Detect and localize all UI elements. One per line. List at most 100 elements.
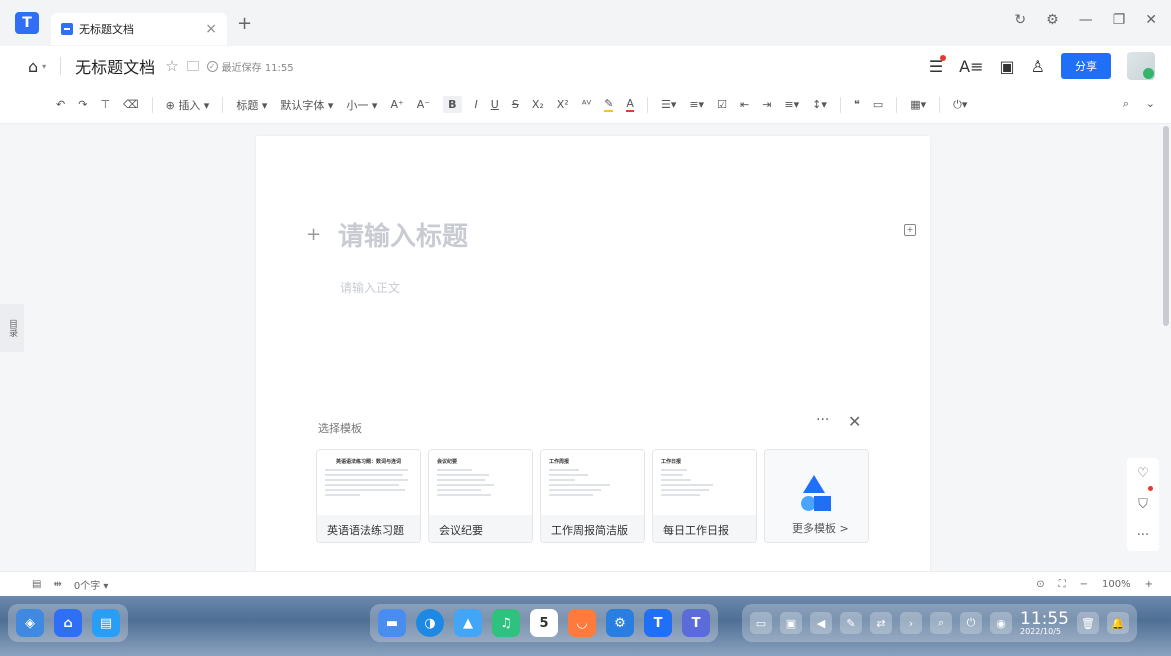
pen-icon[interactable]: ✎ (840, 612, 862, 634)
strikethrough-button[interactable]: S (512, 98, 519, 111)
zoom-in-button[interactable]: + (1145, 579, 1153, 590)
fit-screen-icon[interactable]: ⛶ (1059, 579, 1066, 590)
bold-button[interactable]: B (443, 96, 462, 113)
avatar[interactable] (1127, 52, 1155, 80)
app-logo-icon[interactable]: T (15, 12, 39, 34)
music-icon[interactable]: ♫ (492, 609, 520, 637)
checklist-icon[interactable]: ☑ (717, 98, 727, 111)
star-icon[interactable]: ☆ (165, 57, 178, 75)
new-tab-button[interactable]: + (237, 13, 252, 34)
outdent-icon[interactable]: ⇤ (740, 98, 749, 111)
shirt-icon[interactable]: ⛉ (1138, 497, 1148, 512)
close-icon[interactable]: ✕ (848, 412, 861, 431)
photos-icon[interactable]: ▲ (454, 609, 482, 637)
files-icon[interactable]: ▬ (378, 609, 406, 637)
docs-app-icon[interactable]: T (644, 609, 672, 637)
letter-spacing-icon[interactable]: ᴬⱽ (582, 98, 591, 111)
insert-button[interactable]: ⊕ 插入 ▾ (166, 97, 210, 113)
indent-icon[interactable]: ⇥ (762, 98, 771, 111)
power-icon[interactable]: ⏻ (960, 612, 982, 634)
superscript-button[interactable]: X² (557, 98, 569, 111)
zoom-out-button[interactable]: − (1080, 579, 1088, 590)
document-tab[interactable]: 无标题文档 × (51, 13, 227, 45)
template-card[interactable]: 工作周报 工作周报简洁版 (540, 449, 645, 543)
template-card[interactable]: 工作日报 每日工作日报 (652, 449, 757, 543)
store-icon[interactable]: ◡ (568, 609, 596, 637)
minimize-button[interactable]: — (1079, 12, 1093, 28)
volume-icon[interactable]: ◀ (810, 612, 832, 634)
highlight-icon[interactable]: ✎ (604, 97, 614, 112)
zoom-level[interactable]: 100% (1102, 579, 1131, 590)
decrease-font-icon[interactable]: A⁻ (417, 98, 430, 111)
chevron-down-icon[interactable]: ⌄ (1146, 97, 1155, 110)
multitask-icon[interactable]: ▤ (92, 609, 120, 637)
keyboard-icon[interactable]: ▭ (750, 612, 772, 634)
scrollbar[interactable] (1163, 126, 1169, 326)
share-button[interactable]: 分享 (1061, 53, 1111, 79)
template-card[interactable]: 英语语法练习题：数词与连词 英语语法练习题 (316, 449, 421, 543)
increase-font-icon[interactable]: A⁺ (390, 98, 403, 111)
display-icon[interactable]: ▣ (780, 612, 802, 634)
settings-app-icon[interactable]: ⚙ (606, 609, 634, 637)
font-select[interactable]: 默认字体 ▾ (280, 97, 333, 113)
undo-icon[interactable]: ↶ (56, 98, 65, 111)
more-icon[interactable]: ··· (816, 412, 829, 428)
align-icon[interactable]: ≡▾ (784, 98, 799, 111)
font-color-icon[interactable]: A (626, 97, 634, 112)
font-size-select[interactable]: 小一 ▾ (346, 97, 377, 113)
home-icon[interactable]: ⌂ (28, 57, 38, 76)
heart-icon[interactable]: ♡ (1137, 466, 1149, 481)
add-block-icon[interactable]: + (306, 224, 321, 245)
plugin-icon[interactable]: ⏻▾ (953, 98, 967, 112)
template-card[interactable]: 会议纪要 会议纪要 (428, 449, 533, 543)
browser-icon[interactable]: ◑ (416, 609, 444, 637)
search-icon[interactable]: ⌕ (930, 612, 952, 634)
add-collaborator-icon[interactable]: ♙ (1031, 57, 1045, 76)
subscript-button[interactable]: X₂ (532, 98, 544, 111)
settings-icon[interactable]: ⚙ (1046, 12, 1059, 28)
chevron-right-icon[interactable]: › (900, 612, 922, 634)
home-app-icon[interactable]: ⌂ (54, 609, 82, 637)
page-width-icon[interactable]: ⇹ (53, 579, 61, 590)
notification-bell-icon[interactable]: 🔔 (1107, 612, 1129, 634)
move-to-folder-icon[interactable] (186, 61, 199, 71)
search-icon[interactable]: ⌕ (1123, 97, 1129, 111)
document-page[interactable]: + 请输入标题 请输入正文 + 选择模板 ··· ✕ 英语语法练习题：数词与连词… (256, 136, 930, 571)
more-templates-card[interactable]: 更多模板 > (764, 449, 869, 543)
network-icon[interactable]: ◉ (990, 612, 1012, 634)
more-icon[interactable]: ··· (1137, 528, 1149, 543)
play-icon[interactable]: ⊙ (1036, 579, 1044, 590)
calendar-icon[interactable]: 5 (530, 609, 558, 637)
word-count[interactable]: 0个字 ▾ (74, 577, 109, 592)
document-title[interactable]: 无标题文档 (75, 54, 155, 78)
close-window-button[interactable]: ✕ (1145, 12, 1157, 28)
chevron-down-icon[interactable]: ▾ (42, 62, 46, 71)
launcher-icon[interactable]: ◈ (16, 609, 44, 637)
toc-tab[interactable]: 目录 (0, 304, 24, 352)
bullet-list-icon[interactable]: ☰▾ (661, 98, 676, 111)
title-input[interactable]: 请输入标题 (338, 216, 468, 253)
format-painter-icon[interactable]: ⊤ (100, 98, 110, 111)
numbered-list-icon[interactable]: ≡▾ (689, 98, 704, 111)
eraser-icon[interactable]: ⌫ (123, 98, 139, 111)
menu-icon[interactable]: ☰ (929, 54, 947, 76)
maximize-button[interactable]: ❐ (1113, 12, 1126, 28)
heading-select[interactable]: 标题 ▾ (236, 97, 267, 113)
line-spacing-icon[interactable]: ↕▾ (812, 98, 827, 111)
comment-icon[interactable]: ▭ (873, 98, 883, 111)
text-style-icon[interactable]: A≡ (959, 57, 983, 76)
clock[interactable]: 11:55 2022/10/5 (1020, 610, 1069, 636)
outline-icon[interactable]: ▤ (32, 579, 41, 590)
quote-icon[interactable]: ❝ (854, 98, 860, 111)
trash-icon[interactable]: 🗑 (1077, 612, 1099, 634)
add-comment-icon[interactable]: + (904, 224, 916, 236)
refresh-icon[interactable]: ↻ (1014, 12, 1026, 28)
italic-button[interactable]: I (475, 98, 478, 111)
present-icon[interactable]: ▣ (1000, 57, 1015, 76)
body-input[interactable]: 请输入正文 (340, 279, 400, 296)
close-tab-icon[interactable]: × (205, 21, 217, 37)
underline-button[interactable]: U (491, 98, 499, 111)
teams-icon[interactable]: T (682, 609, 710, 637)
redo-icon[interactable]: ↷ (78, 98, 87, 111)
transfer-icon[interactable]: ⇄ (870, 612, 892, 634)
